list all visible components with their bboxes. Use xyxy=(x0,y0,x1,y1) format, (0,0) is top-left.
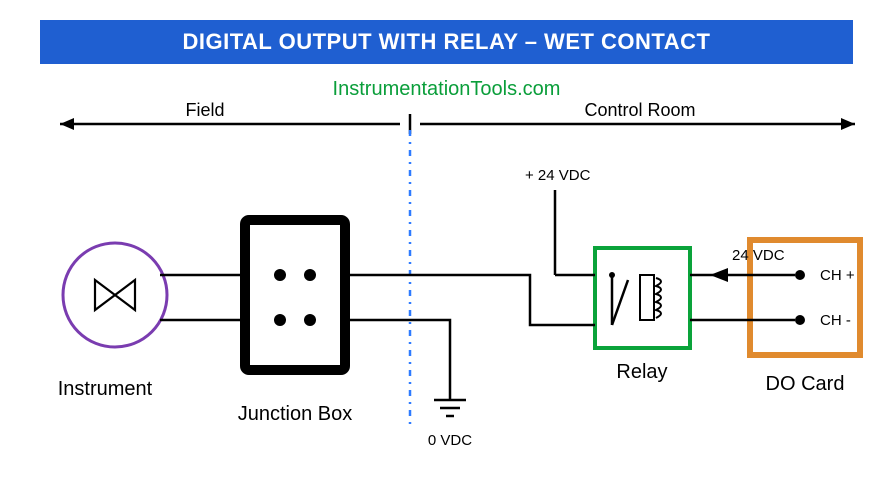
relay-label: Relay xyxy=(616,361,667,383)
arrow-24vdc-label: 24 VDC xyxy=(732,247,785,264)
diagram-title: DIGITAL OUTPUT WITH RELAY – WET CONTACT xyxy=(183,29,711,55)
instrument-symbol xyxy=(63,243,167,347)
arrow-24vdc-icon xyxy=(710,268,728,282)
ch-minus-label: CH - xyxy=(820,312,851,329)
junction-box-label: Junction Box xyxy=(238,403,353,425)
ch-plus-label: CH + xyxy=(820,267,855,284)
zone-field-label: Field xyxy=(185,100,224,120)
title-bar: DIGITAL OUTPUT WITH RELAY – WET CONTACT xyxy=(40,20,853,64)
zone-divider-line xyxy=(60,114,855,134)
diagram-canvas: Field Control Room Instrument Junction B… xyxy=(0,100,893,500)
instrument-label: Instrument xyxy=(58,378,153,400)
zone-controlroom-label: Control Room xyxy=(584,100,695,120)
relay-box xyxy=(595,248,690,348)
site-label: InstrumentationTools.com xyxy=(0,78,893,101)
do-card-label: DO Card xyxy=(766,373,845,395)
wire-jb-ground xyxy=(340,320,450,400)
supply-24vdc xyxy=(555,190,595,275)
junction-box xyxy=(245,220,345,370)
ground-symbol xyxy=(434,400,466,416)
zero-vdc-label: 0 VDC xyxy=(428,432,472,449)
wire-jb-relay xyxy=(340,275,595,325)
plus24-label: + 24 VDC xyxy=(525,167,591,184)
